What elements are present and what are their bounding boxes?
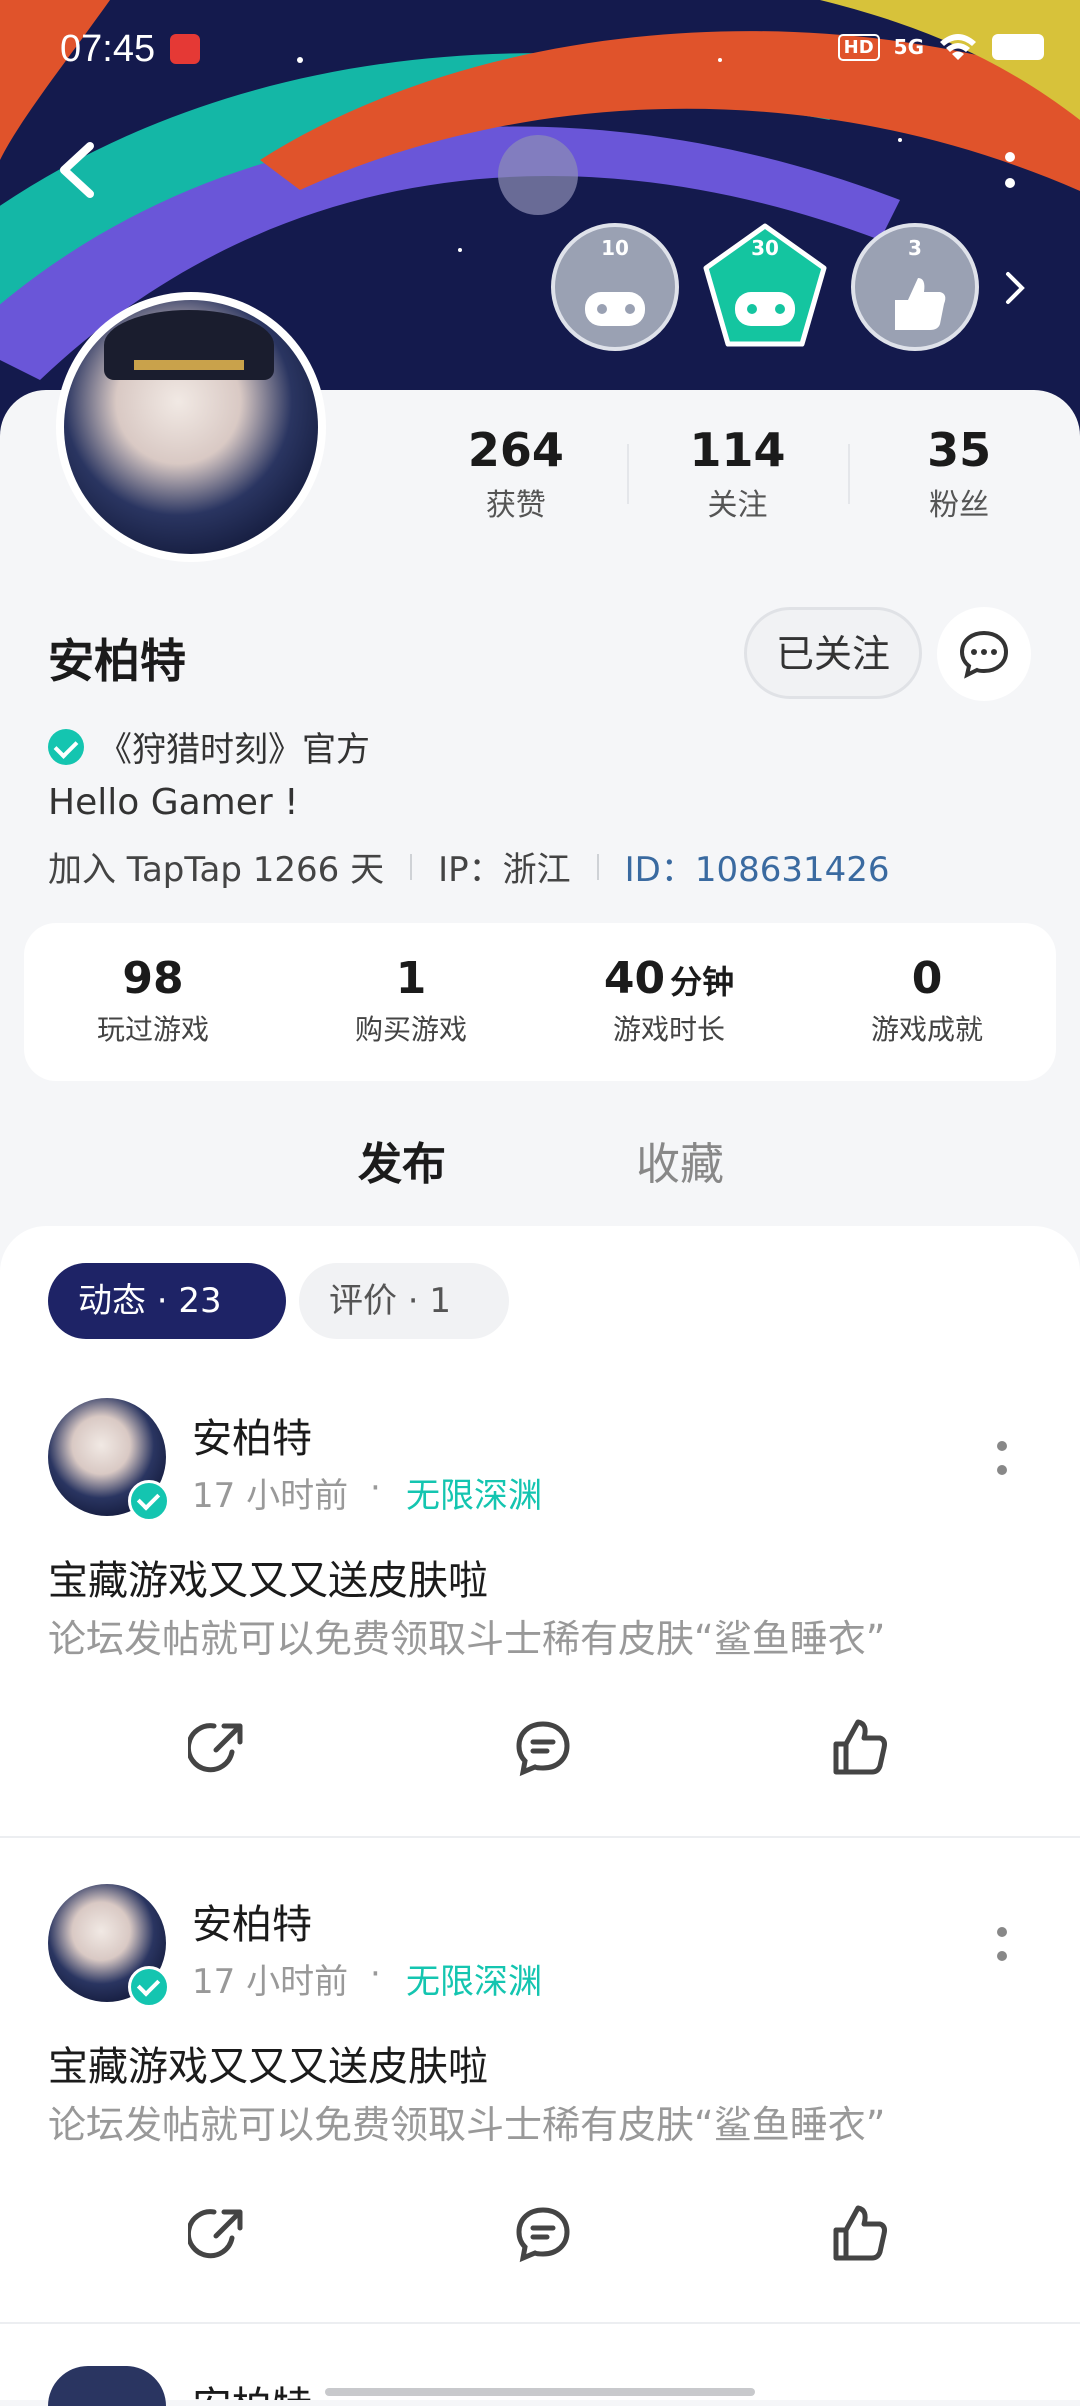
share-icon[interactable] bbox=[188, 1718, 248, 1778]
game-stat-value: 98 bbox=[122, 953, 184, 1004]
chevron-right-icon[interactable] bbox=[1000, 268, 1030, 308]
divider bbox=[596, 853, 599, 880]
game-stat-achievements[interactable]: 0 游戏成就 bbox=[798, 923, 1056, 1081]
header-avatar bbox=[498, 135, 578, 215]
profile-name: 安柏特 bbox=[48, 634, 186, 688]
stat-likes[interactable]: 264 获赞 bbox=[405, 420, 627, 530]
tab-publish[interactable]: 发布 bbox=[358, 1128, 460, 1192]
game-stat-label: 购买游戏 bbox=[354, 1013, 467, 1046]
user-id[interactable]: ID：108631426 bbox=[625, 842, 890, 891]
stat-label: 获赞 bbox=[485, 488, 546, 523]
verified-check-icon bbox=[128, 1966, 170, 2008]
badge-thumbs-up-3[interactable]: 3 bbox=[850, 222, 980, 352]
post-author[interactable]: 安柏特 bbox=[192, 1892, 312, 1950]
share-icon[interactable] bbox=[188, 2204, 248, 2264]
stat-label: 关注 bbox=[707, 488, 768, 523]
message-button[interactable] bbox=[937, 607, 1031, 701]
following-button[interactable]: 已关注 bbox=[744, 607, 922, 699]
post-card[interactable]: 安柏特 17 小时前 · 无限深渊 宝藏游戏又又又送皮肤啦 论坛发帖就可以免费领… bbox=[0, 1398, 1080, 1878]
thumbs-up-icon[interactable] bbox=[830, 1718, 890, 1778]
divider bbox=[410, 853, 413, 880]
achievement-badges[interactable]: 10 30 3 bbox=[550, 222, 1070, 352]
wifi-icon bbox=[940, 34, 976, 60]
post-avatar[interactable] bbox=[48, 2366, 166, 2406]
battery-icon bbox=[992, 34, 1044, 60]
stat-following[interactable]: 114 关注 bbox=[626, 420, 849, 530]
home-indicator[interactable] bbox=[325, 2388, 755, 2396]
game-stat-playtime[interactable]: 40 分钟 游戏时长 bbox=[540, 923, 798, 1081]
ip-location: IP：浙江 bbox=[438, 850, 571, 890]
game-stat-unit: 分钟 bbox=[670, 963, 735, 1001]
game-stat-purchased[interactable]: 1 购买游戏 bbox=[282, 923, 540, 1081]
profile-stats: 264 获赞 114 关注 35 粉丝 bbox=[405, 420, 1070, 530]
avatar[interactable] bbox=[56, 292, 326, 562]
badge-number: 10 bbox=[601, 236, 629, 260]
tab-favorite[interactable]: 收藏 bbox=[636, 1128, 724, 1192]
joined-days: 加入 TapTap 1266 天 bbox=[48, 850, 385, 890]
post-game-link[interactable]: 无限深渊 bbox=[406, 1954, 542, 2003]
filter-chip-dynamic[interactable]: 动态 · 23 bbox=[48, 1263, 286, 1339]
notification-icon bbox=[170, 34, 200, 64]
thumbs-up-icon[interactable] bbox=[830, 2204, 890, 2264]
stat-value: 114 bbox=[689, 423, 786, 477]
post-title: 宝藏游戏又又又送皮肤啦 bbox=[48, 2044, 488, 2090]
game-stat-played[interactable]: 98 玩过游戏 bbox=[24, 923, 282, 1081]
verified-check-icon bbox=[48, 728, 84, 765]
separator-dot: · bbox=[370, 1468, 381, 1508]
badge-number: 30 bbox=[751, 236, 779, 260]
comment-icon[interactable] bbox=[513, 1718, 573, 1778]
verified-label: 《狩猎时刻》官方 bbox=[48, 722, 370, 771]
status-time: 07:45 bbox=[60, 28, 156, 70]
game-stat-value: 0 bbox=[911, 953, 943, 1004]
signal-icon: 5G bbox=[893, 35, 924, 59]
more-vertical-icon[interactable] bbox=[1000, 150, 1020, 190]
filter-chip-review[interactable]: 评价 · 1 bbox=[299, 1263, 509, 1339]
verified-check-icon bbox=[128, 1480, 170, 1522]
stat-value: 35 bbox=[927, 423, 992, 477]
verified-text: 《狩猎时刻》官方 bbox=[98, 730, 370, 770]
more-vertical-icon[interactable] bbox=[994, 1924, 1010, 1964]
post-author[interactable]: 安柏特 bbox=[192, 1406, 312, 1464]
stat-followers[interactable]: 35 粉丝 bbox=[848, 420, 1070, 530]
post-time: 17 小时前 bbox=[192, 1476, 349, 1516]
game-stat-value: 40 bbox=[603, 953, 666, 1004]
back-arrow-icon[interactable] bbox=[52, 140, 102, 200]
post-body: 论坛发帖就可以免费领取斗士稀有皮肤“鲨鱼睡衣” bbox=[48, 2103, 886, 2147]
post-title: 宝藏游戏又又又送皮肤啦 bbox=[48, 1558, 488, 1604]
post-body: 论坛发帖就可以免费领取斗士稀有皮肤“鲨鱼睡衣” bbox=[48, 1617, 886, 1661]
separator-dot: · bbox=[370, 1954, 381, 1994]
post-game-link[interactable]: 无限深渊 bbox=[406, 1468, 542, 1517]
game-stat-value: 1 bbox=[395, 953, 427, 1004]
bio: Hello Gamer ! bbox=[48, 782, 299, 823]
post-divider bbox=[0, 1836, 1080, 1838]
comment-icon[interactable] bbox=[513, 2204, 573, 2264]
post-author[interactable]: 安柏特 bbox=[192, 2374, 312, 2400]
stat-value: 264 bbox=[467, 423, 564, 477]
badge-number: 3 bbox=[908, 236, 922, 260]
status-bar: 07:45 HD 5G bbox=[0, 0, 1080, 100]
stat-label: 粉丝 bbox=[929, 488, 990, 523]
more-vertical-icon[interactable] bbox=[994, 1438, 1010, 1478]
post-time: 17 小时前 bbox=[192, 1962, 349, 2002]
badge-controller-10[interactable]: 10 bbox=[550, 222, 680, 352]
hd-icon: HD bbox=[837, 33, 880, 61]
game-stat-label: 游戏成就 bbox=[870, 1013, 983, 1046]
tab-label: 发布 bbox=[358, 1139, 446, 1190]
game-stats-card: 98 玩过游戏 1 购买游戏 40 分钟 游戏时长 0 游戏成就 bbox=[24, 923, 1056, 1081]
game-stat-label: 游戏时长 bbox=[612, 1013, 725, 1046]
game-stat-label: 玩过游戏 bbox=[96, 1013, 209, 1046]
profile-meta: 加入 TapTap 1266 天 IP：浙江 ID：108631426 bbox=[48, 842, 890, 891]
badge-controller-30[interactable]: 30 bbox=[700, 222, 830, 352]
chat-bubble-icon bbox=[959, 630, 1009, 679]
post-divider bbox=[0, 2322, 1080, 2324]
post-card[interactable]: 安柏特 17 小时前 · 无限深渊 宝藏游戏又又又送皮肤啦 论坛发帖就可以免费领… bbox=[0, 1884, 1080, 2364]
